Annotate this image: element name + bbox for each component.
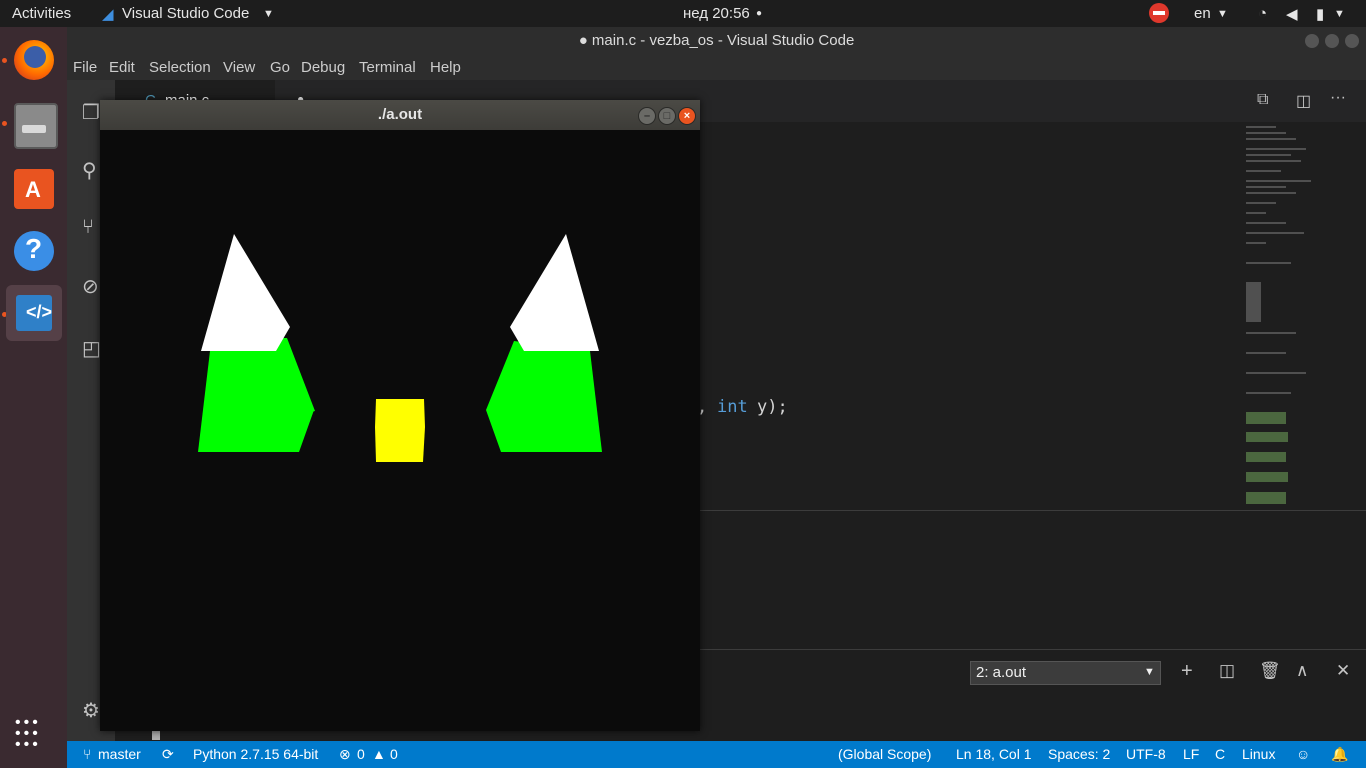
help-icon[interactable]: ? — [6, 223, 62, 279]
indentation[interactable]: Spaces: 2 — [1048, 746, 1110, 762]
maximize-button[interactable] — [1325, 34, 1339, 48]
left-green-body-shape — [198, 341, 314, 452]
close-panel-icon[interactable]: ✕ — [1336, 661, 1350, 681]
volume-icon[interactable]: ◀ — [1286, 5, 1298, 23]
do-not-disturb-icon[interactable] — [1149, 3, 1169, 23]
aout-titlebar[interactable]: ./a.out – □ × — [100, 100, 700, 130]
right-green-body-shape — [486, 341, 602, 452]
search-icon[interactable]: ⚲ — [82, 158, 97, 183]
menu-bar: File Edit Selection View Go Debug Termin… — [67, 55, 1366, 80]
app-menu-chevron-icon[interactable]: ▼ — [263, 8, 274, 20]
keyboard-layout-indicator[interactable]: en — [1194, 5, 1211, 22]
python-interpreter[interactable]: Python 2.7.15 64-bit — [193, 746, 318, 762]
debug-icon[interactable]: ⊘ — [82, 274, 99, 299]
menu-view[interactable]: View — [223, 59, 255, 76]
menu-edit[interactable]: Edit — [109, 59, 135, 76]
encoding[interactable]: UTF-8 — [1126, 746, 1166, 762]
aout-close-button[interactable]: × — [678, 107, 696, 125]
select-chevron-icon: ▼ — [1144, 666, 1155, 678]
vscode-titlebar: ● main.c - vezba_os - Visual Studio Code — [67, 27, 1366, 55]
menu-debug[interactable]: Debug — [301, 59, 345, 76]
clock[interactable]: нед 20:56 — [683, 5, 750, 22]
menu-file[interactable]: File — [73, 59, 97, 76]
menu-terminal[interactable]: Terminal — [359, 59, 416, 76]
terminal-cursor — [152, 731, 160, 740]
aout-canvas — [198, 234, 602, 462]
keyboard-chevron-icon[interactable]: ▼ — [1217, 8, 1228, 20]
app-menu-button[interactable]: Visual Studio Code — [122, 5, 249, 22]
files-icon[interactable] — [6, 95, 62, 151]
aout-maximize-button[interactable]: □ — [658, 107, 676, 125]
extensions-icon[interactable]: ◰ — [82, 336, 101, 361]
center-yellow-block — [375, 399, 425, 462]
menu-go[interactable]: Go — [270, 59, 290, 76]
minimize-button[interactable] — [1305, 34, 1319, 48]
split-terminal-icon[interactable]: ◫ — [1219, 661, 1235, 681]
notification-dot-icon: ● — [756, 8, 763, 19]
notifications-bell-icon[interactable]: 🔔 — [1331, 746, 1348, 763]
cursor-position[interactable]: Ln 18, Col 1 — [956, 746, 1032, 762]
code-param-y: y); — [757, 397, 788, 417]
show-applications-icon[interactable]: ••• ••• ••• — [15, 715, 51, 753]
activities-button[interactable]: Activities — [12, 5, 71, 22]
terminal-select-value: 2: a.out — [976, 664, 1027, 681]
language-mode[interactable]: C — [1215, 746, 1225, 762]
firefox-icon[interactable] — [6, 32, 62, 88]
aout-minimize-button[interactable]: – — [638, 107, 656, 125]
feedback-smiley-icon[interactable]: ☺ — [1296, 746, 1310, 762]
line-ending[interactable]: LF — [1183, 746, 1199, 762]
battery-icon[interactable]: ▮ — [1316, 5, 1324, 23]
close-button[interactable] — [1345, 34, 1359, 48]
aout-title: ./a.out — [377, 106, 423, 123]
git-branch[interactable]: master — [98, 746, 141, 762]
vscode-app-icon: ◢ — [102, 6, 114, 23]
kill-terminal-icon[interactable]: 🗑 — [1259, 661, 1281, 681]
warning-count[interactable]: 0 — [390, 746, 398, 762]
menu-selection[interactable]: Selection — [149, 59, 211, 76]
dock: A ? </> ••• ••• ••• — [0, 27, 67, 768]
explorer-icon[interactable]: ❐ — [82, 100, 100, 125]
new-terminal-icon[interactable]: + — [1181, 660, 1193, 683]
status-bar: ⑂ master ⟳ Python 2.7.15 64-bit ⊗ 0 ▲ 0 … — [67, 741, 1366, 768]
code-keyword-int: int — [717, 397, 748, 417]
software-center-icon[interactable]: A — [6, 159, 62, 215]
more-actions-icon[interactable]: ··· — [1330, 89, 1346, 107]
window-title: ● main.c - vezba_os - Visual Studio Code — [578, 32, 855, 49]
wifi-icon[interactable]: ◔ — [1258, 5, 1267, 22]
error-count[interactable]: 0 — [357, 746, 365, 762]
right-white-peak — [510, 234, 599, 351]
top-bar: Activities ◢ Visual Studio Code ▼ нед 20… — [0, 0, 1366, 27]
platform[interactable]: Linux — [1242, 746, 1275, 762]
vscode-icon[interactable]: </> — [6, 285, 62, 341]
git-branch-icon[interactable]: ⑂ — [83, 746, 91, 762]
system-menu-chevron-icon[interactable]: ▼ — [1334, 8, 1345, 20]
maximize-panel-icon[interactable]: ∧ — [1296, 661, 1308, 681]
menu-help[interactable]: Help — [430, 59, 461, 76]
open-changes-icon[interactable]: ⧉ — [1257, 91, 1268, 109]
settings-gear-icon[interactable]: ⚙ — [82, 698, 100, 723]
scope-indicator[interactable]: (Global Scope) — [838, 746, 931, 762]
error-icon[interactable]: ⊗ — [339, 746, 351, 763]
aout-window[interactable]: ./a.out – □ × — [100, 100, 700, 731]
warning-icon[interactable]: ▲ — [372, 746, 386, 762]
source-control-icon[interactable]: ⑂ — [82, 216, 94, 239]
left-white-peak — [201, 234, 290, 351]
sync-icon[interactable]: ⟳ — [162, 746, 174, 763]
terminal-select[interactable]: 2: a.out ▼ — [970, 661, 1161, 685]
split-editor-icon[interactable]: ◫ — [1296, 91, 1311, 111]
